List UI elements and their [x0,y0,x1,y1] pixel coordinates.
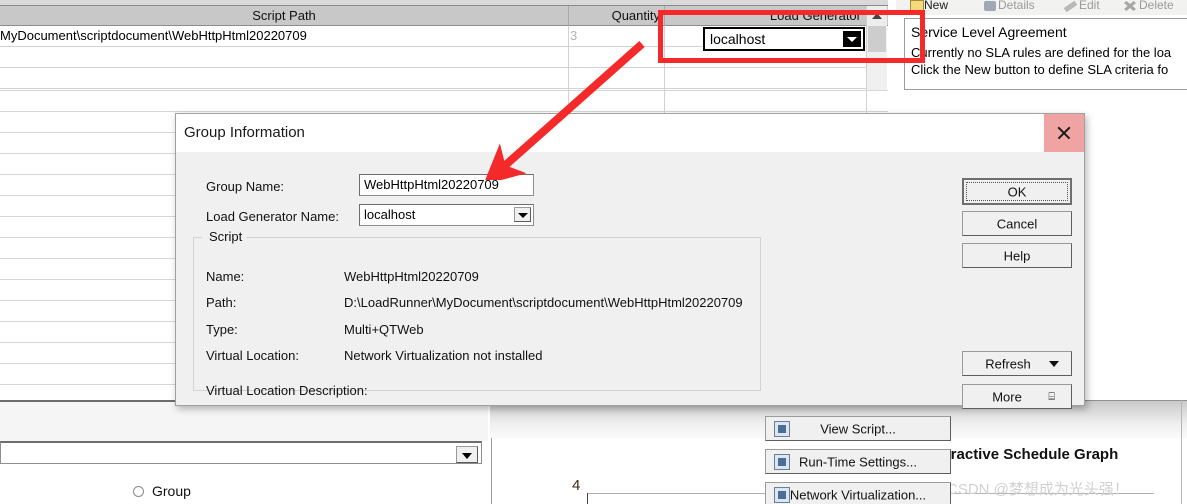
group-name-input[interactable]: WebHttpHtml20220709 [359,174,534,196]
header-separator-1 [568,6,569,26]
load-generator-cell-value: localhost [710,31,766,47]
script-path-value: D:\LoadRunner\MyDocument\scriptdocument\… [344,295,743,310]
ok-button-label: OK [1007,184,1027,199]
double-chevron-down-icon[interactable]: ⌸ [1048,391,1055,402]
sla-delete-button[interactable]: Delete [1139,0,1174,12]
script-type-label: Type: [206,322,238,337]
network-virtualization-button-label: Network Virtualization... [789,487,927,502]
column-header-quantity[interactable]: Quantity [569,6,664,25]
cell-script-path: MyDocument\scriptdocument\WebHttpHtml202… [0,28,307,43]
chevron-down-icon[interactable] [1049,360,1059,367]
table-row[interactable] [0,68,870,89]
cancel-button[interactable]: Cancel [962,211,1072,236]
column-header-load-generator[interactable]: Load Generator [665,6,865,25]
bottom-combo-box[interactable] [0,441,482,464]
chart-right-divider [1181,400,1182,504]
script-groupbox-legend: Script [206,229,246,244]
cancel-button-label: Cancel [996,216,1038,231]
help-button[interactable]: Help [962,243,1072,268]
edit-pencil-icon [1063,0,1078,13]
script-path-label: Path: [206,295,237,310]
grid-col-divider-2 [664,26,665,90]
group-radio-option[interactable]: Group [133,483,253,503]
script-type-value: Multi+QTWeb [344,322,424,337]
script-name-label: Name: [206,269,245,284]
runtime-settings-button[interactable]: Run-Time Settings... [765,449,951,474]
virtual-location-description-label: Virtual Location Description: [206,383,368,398]
view-script-button[interactable]: View Script... [765,416,951,441]
row-divider [0,111,888,112]
sla-line-1: Currently no SLA rules are defined for t… [911,45,1172,60]
groupbox-border-right [246,237,760,238]
groupbox-border-left [194,237,202,238]
sla-details-button[interactable]: Details [998,0,1035,12]
cell-quantity: 3 [570,28,578,43]
script-grid-panel: Script Path Quantity Load Generator MyDo… [0,0,888,90]
grid-col-divider-1 [568,26,569,90]
watermark: CSDN @梦想成为光头强！ [947,481,1129,498]
more-button[interactable]: More ⌸ [962,384,1072,409]
chart-y-axis-tick-label: 4 [572,477,581,494]
grid-vertical-scrollbar[interactable] [866,6,887,90]
details-icon [984,1,996,11]
group-information-dialog: Group Information Group Name: WebHttpHtm… [175,113,1085,504]
sla-new-button[interactable]: New [924,0,948,12]
view-script-button-label: View Script... [820,421,896,436]
sla-edit-button[interactable]: Edit [1079,0,1100,12]
close-icon[interactable] [1044,114,1084,152]
grid-header-row: Script Path Quantity Load Generator [0,6,888,26]
sla-content-box: Service Level Agreement Currently no SLA… [904,18,1187,90]
scrollbar-thumb[interactable] [868,26,886,52]
script-group-box: Script [193,229,761,391]
sla-panel: New Details Edit Delete Service Level Ag… [896,0,1187,92]
dialog-title: Group Information [184,124,305,141]
new-page-icon[interactable] [910,0,924,14]
network-virtualization-button[interactable]: Network Virtualization... [765,482,951,504]
runtime-settings-button-label: Run-Time Settings... [798,454,917,469]
row-divider [0,90,888,91]
radio-button[interactable] [133,486,144,497]
sla-title: Service Level Agreement [911,24,1067,40]
refresh-button[interactable]: Refresh [962,351,1072,376]
group-radio-label: Group [152,483,191,499]
scroll-up-icon[interactable] [867,6,887,25]
chevron-down-icon[interactable] [456,446,478,463]
chart-left-divider [491,438,492,504]
screenshot-root: Script Path Quantity Load Generator MyDo… [0,0,1187,504]
dialog-body: Group Name: WebHttpHtml20220709 Load Gen… [176,152,1084,504]
ok-button[interactable]: OK [962,178,1072,205]
column-header-script-path[interactable]: Script Path [0,6,568,25]
dialog-title-bar[interactable]: Group Information [176,114,1084,152]
chart-title: Interactive Schedule Graph [924,446,1119,463]
script-name-value: WebHttpHtml20220709 [344,269,479,284]
sla-toolbar: New Details Edit Delete [896,0,1187,15]
group-name-value: WebHttpHtml20220709 [364,177,499,192]
header-separator-2 [664,6,665,26]
virtual-location-label: Virtual Location: [206,348,299,363]
delete-x-icon [1124,1,1136,11]
sla-line-2: Click the New button to define SLA crite… [911,62,1169,77]
load-generator-cell-editor[interactable]: localhost [703,27,865,51]
load-generator-name-value: localhost [364,207,416,222]
chevron-down-icon[interactable] [514,207,531,222]
load-generator-name-select[interactable]: localhost [359,204,534,226]
bottom-toolbar-strip [0,400,488,441]
chart-y-axis [587,493,588,504]
group-name-label: Group Name: [206,179,285,194]
chevron-down-icon[interactable] [843,31,861,47]
load-generator-name-label: Load Generator Name: [206,209,339,224]
virtual-location-value: Network Virtualization not installed [344,348,543,363]
help-button-label: Help [1003,248,1031,263]
